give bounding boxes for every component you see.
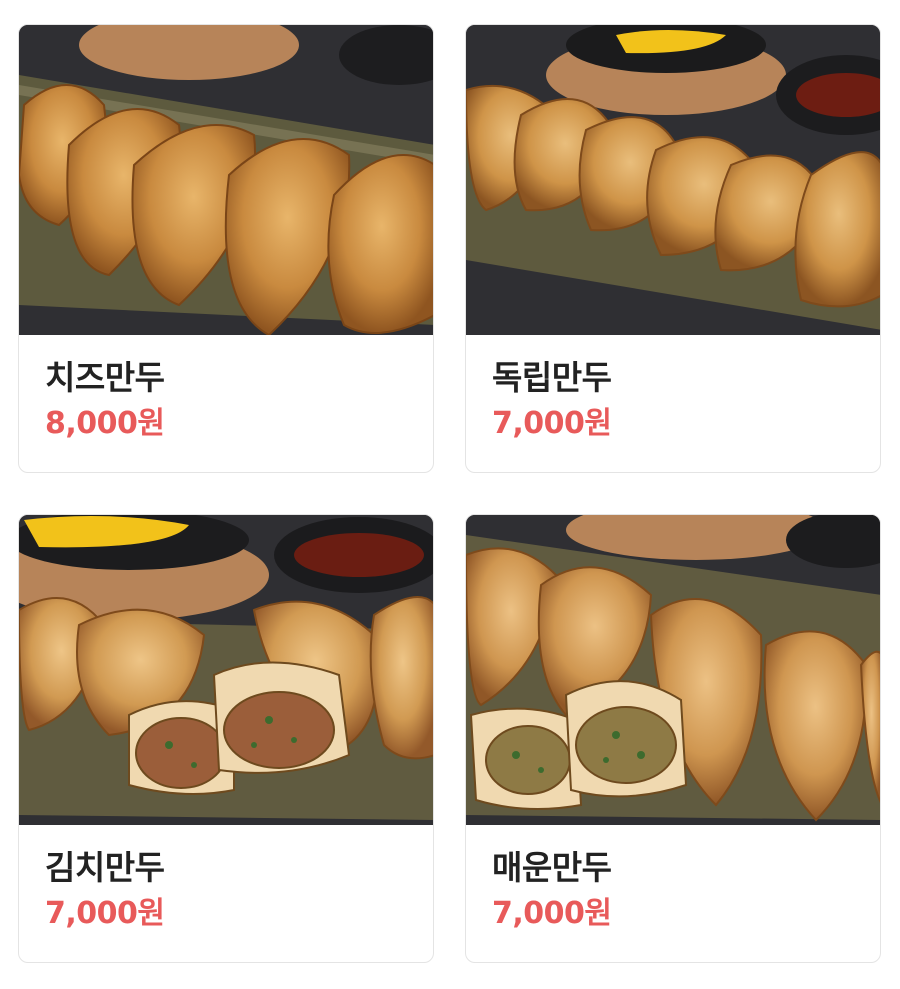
menu-item-price: 7,000원 [45,896,165,931]
menu-grid: 치즈만두 8,000원 독립만두 7,000원 김치만두 7,000원 매운만두… [0,0,900,989]
dumpling-photo [19,515,433,825]
menu-item-name: 치즈만두 [45,358,165,397]
menu-card[interactable]: 김치만두 7,000원 [18,514,434,963]
menu-item-name: 매운만두 [492,848,612,887]
dumpling-photo [19,25,433,335]
menu-item-price: 8,000원 [45,406,165,441]
dumpling-photo [466,25,880,335]
menu-card[interactable]: 매운만두 7,000원 [465,514,881,963]
menu-item-name: 독립만두 [492,358,612,397]
menu-card[interactable]: 치즈만두 8,000원 [18,24,434,473]
menu-item-price: 7,000원 [492,406,612,441]
dumpling-photo [466,515,880,825]
menu-card[interactable]: 독립만두 7,000원 [465,24,881,473]
menu-item-price: 7,000원 [492,896,612,931]
menu-item-name: 김치만두 [45,848,165,887]
